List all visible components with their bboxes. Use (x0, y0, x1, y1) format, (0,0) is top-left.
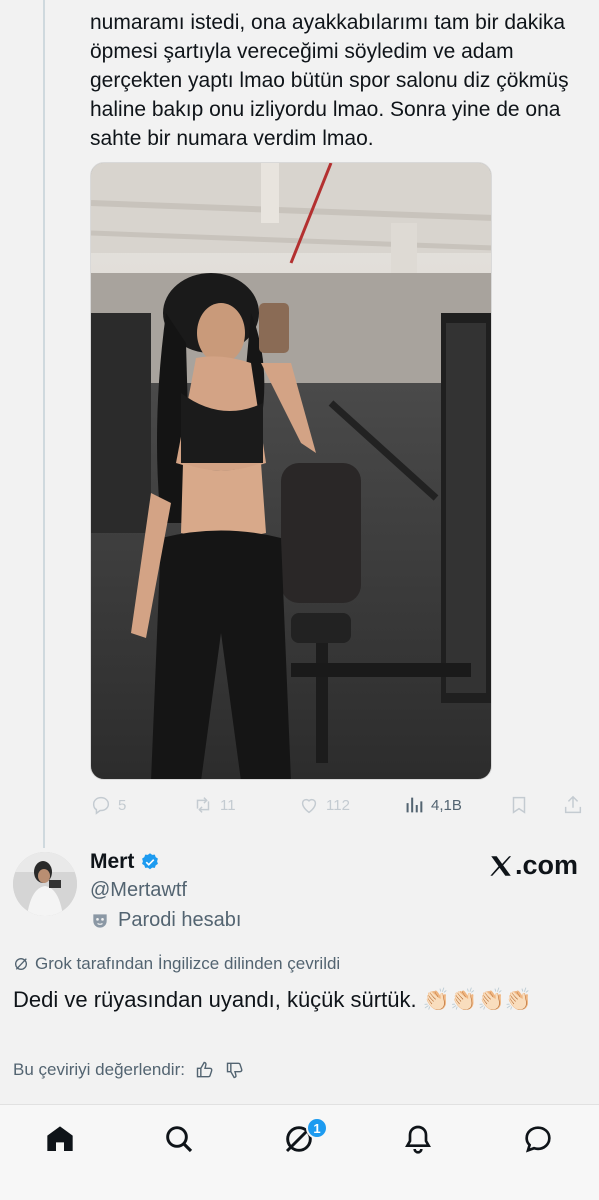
nav-search[interactable] (163, 1123, 197, 1157)
reply-button[interactable]: 5 (90, 794, 126, 816)
brand-label: .com (515, 850, 579, 880)
reply-icon (92, 796, 110, 815)
bookmark-button[interactable] (508, 794, 530, 816)
home-icon (47, 1126, 73, 1151)
avatar[interactable] (13, 852, 77, 916)
like-count: 112 (326, 796, 350, 814)
retweet-icon (196, 797, 210, 813)
tweet-actions-bar: 5 11 112 4,1B (90, 790, 590, 820)
nav-messages[interactable] (522, 1123, 556, 1157)
view-count: 4,1B (431, 796, 462, 814)
translation-notice-text: Grok tarafından İngilizce dilinden çevri… (35, 954, 341, 973)
share-button[interactable] (562, 794, 584, 816)
nav-home[interactable] (44, 1123, 78, 1157)
x-com-logo: .com (488, 850, 578, 881)
x-logo-icon (490, 855, 512, 876)
thumbs-up-icon[interactable] (195, 1060, 215, 1080)
bell-icon (405, 1125, 431, 1154)
views-button[interactable]: 4,1B (403, 794, 462, 816)
retweet-button[interactable]: 11 (192, 794, 236, 816)
avatar-image (13, 852, 77, 916)
verified-badge-icon (142, 853, 159, 870)
like-button[interactable]: 112 (298, 794, 350, 816)
author-name-row[interactable]: Mert (90, 850, 160, 874)
share-icon (564, 795, 582, 814)
tweet-photo[interactable] (90, 162, 492, 780)
retweet-count: 11 (220, 796, 236, 814)
bookmark-icon (512, 796, 526, 814)
grok-icon (15, 958, 27, 970)
parody-label: Parodi hesabı (90, 909, 241, 932)
author-handle[interactable]: @Mertawtf (90, 879, 187, 902)
rate-translation-row: Bu çeviriyi değerlendir: (13, 1060, 245, 1080)
search-icon (166, 1126, 193, 1153)
translation-notice: Grok tarafından İngilizce dilinden çevri… (13, 954, 340, 974)
reply-count: 5 (118, 796, 127, 814)
nav-notifications[interactable] (402, 1123, 436, 1157)
quoted-tweet-text: numaramı istedi, ona ayakkabılarımı tam … (90, 11, 569, 150)
bottom-navigation: 1 (0, 1105, 599, 1200)
author-name: Mert (90, 850, 135, 873)
messages-icon (525, 1126, 551, 1153)
rate-label: Bu çeviriyi değerlendir: (13, 1060, 185, 1079)
views-chart-icon (406, 797, 423, 813)
mask-icon (93, 913, 107, 928)
parody-text: Parodi hesabı (118, 909, 242, 931)
grok-notification-badge: 1 (306, 1117, 328, 1139)
translated-text: Dedi ve rüyasından uyandı, küçük sürtük.… (13, 987, 533, 1012)
gym-selfie-image (91, 163, 491, 779)
thumbs-down-icon[interactable] (225, 1060, 245, 1080)
thread-connector-line (43, 0, 45, 848)
heart-icon (301, 798, 317, 814)
